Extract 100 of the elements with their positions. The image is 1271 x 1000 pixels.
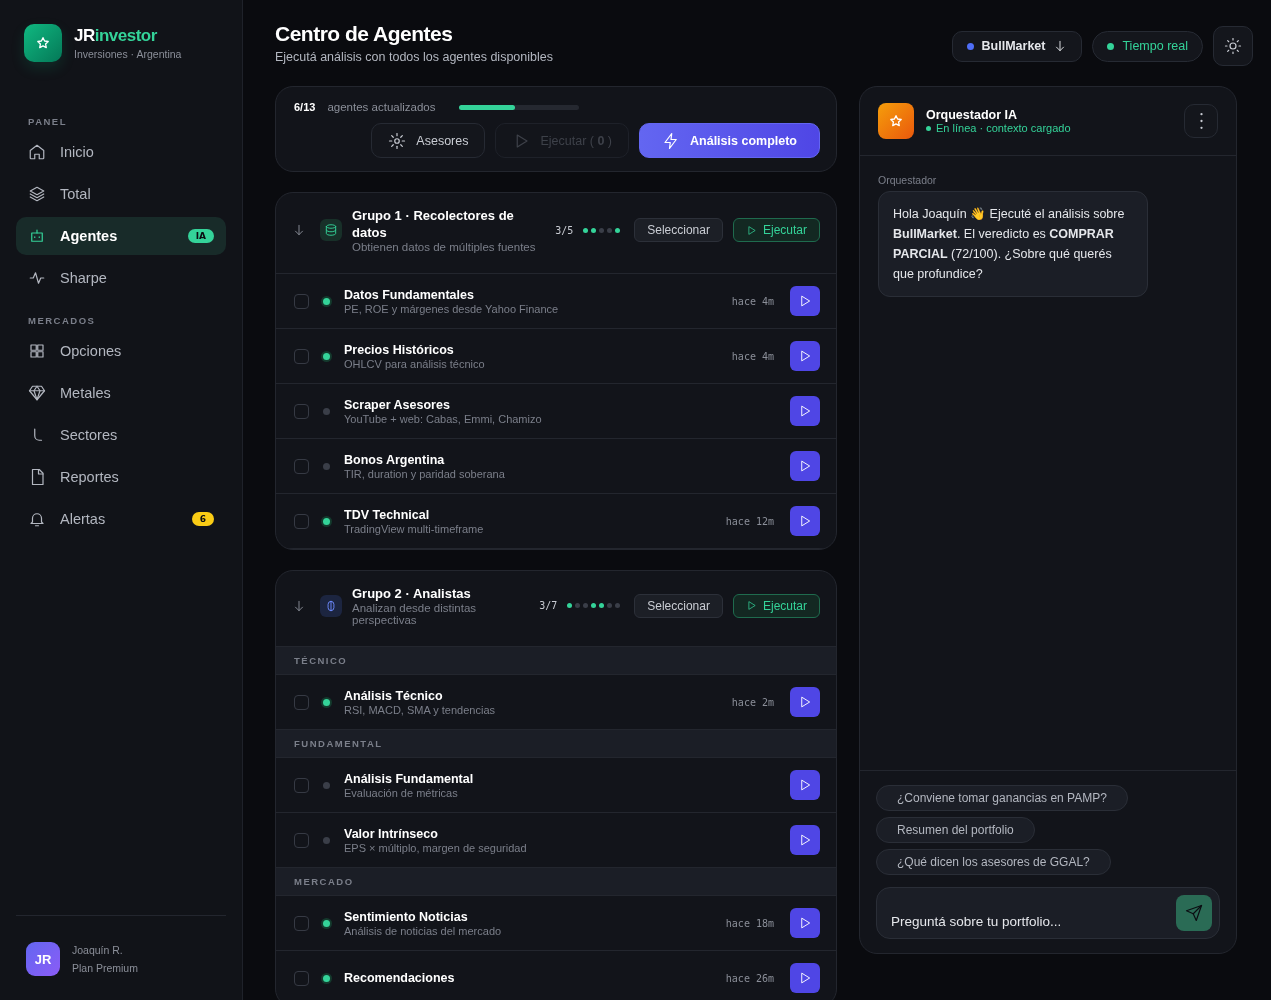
select-button[interactable]: Seleccionar bbox=[634, 218, 723, 242]
nav-item[interactable]: Sectores bbox=[16, 416, 226, 454]
grid-icon bbox=[28, 342, 46, 360]
updated-time: hace 26m bbox=[725, 972, 774, 984]
home-icon bbox=[28, 143, 46, 161]
pulse-icon bbox=[28, 269, 46, 287]
nav-item[interactable]: Total bbox=[16, 175, 226, 213]
arrow-down-icon bbox=[292, 223, 306, 237]
chat-status: En línea · contexto cargado bbox=[926, 122, 1172, 134]
action-button[interactable]: Análisis completo bbox=[639, 123, 820, 158]
star-icon bbox=[35, 35, 51, 51]
action-button[interactable]: Asesores bbox=[371, 123, 486, 158]
settings-icon bbox=[388, 131, 407, 150]
select-button[interactable]: Seleccionar bbox=[634, 593, 723, 618]
run-agent-button[interactable] bbox=[790, 341, 820, 371]
play-icon bbox=[798, 695, 812, 709]
layers-icon bbox=[28, 185, 46, 203]
play-icon bbox=[798, 916, 812, 930]
chat-title: Orquestador IA bbox=[926, 108, 1018, 122]
run-agent-button[interactable] bbox=[790, 908, 820, 938]
suggestion-chip[interactable]: Resumen del portfolio bbox=[876, 817, 1035, 843]
checkbox[interactable] bbox=[294, 348, 309, 364]
suggestion-chip[interactable]: ¿Conviene tomar ganancias en PAMP? bbox=[876, 785, 1128, 811]
agent-name: Precios Históricos bbox=[344, 342, 455, 357]
run-agent-button[interactable] bbox=[790, 687, 820, 717]
checkbox[interactable] bbox=[294, 458, 309, 474]
checkbox[interactable] bbox=[294, 293, 309, 309]
database-icon bbox=[324, 223, 338, 237]
message-sender: Orquestador bbox=[878, 174, 938, 186]
nav-item[interactable]: Opciones bbox=[16, 332, 226, 370]
agent-name: Bonos Argentina bbox=[344, 452, 446, 467]
user-avatar: JR bbox=[26, 942, 60, 976]
checkbox[interactable] bbox=[294, 970, 309, 986]
checkbox[interactable] bbox=[294, 915, 309, 931]
run-agent-button[interactable] bbox=[790, 286, 820, 316]
nav-item[interactable]: Sharpe bbox=[16, 259, 226, 297]
diamond-icon bbox=[28, 384, 46, 402]
run-group-button[interactable]: Ejecutar bbox=[732, 593, 820, 618]
brain-icon bbox=[324, 598, 338, 613]
broker-selector[interactable]: BullMarket bbox=[951, 30, 1083, 62]
star-icon bbox=[888, 113, 904, 129]
send-button[interactable] bbox=[1176, 895, 1212, 931]
updated-time: hace 12m bbox=[725, 515, 774, 527]
play-icon bbox=[798, 294, 812, 308]
theme-toggle-button[interactable] bbox=[1213, 26, 1253, 66]
updated-time: hace 2m bbox=[731, 696, 774, 708]
agent-description: TradingView multi-timeframe bbox=[344, 522, 485, 535]
status-label: Tiempo real bbox=[1122, 39, 1188, 53]
agent-description: TIR, duration y paridad soberana bbox=[344, 467, 506, 480]
nav-item[interactable]: Alertas 6 bbox=[16, 500, 226, 538]
play-icon bbox=[798, 514, 812, 528]
nav-badge: 6 bbox=[191, 512, 214, 526]
updated-time: hace 4m bbox=[731, 295, 774, 307]
run-agent-button[interactable] bbox=[790, 825, 820, 855]
agent-name: Sentimiento Noticias bbox=[344, 909, 469, 924]
run-agent-button[interactable] bbox=[790, 451, 820, 481]
agent-description: Evaluación de métricas bbox=[344, 786, 459, 799]
user-name: Joaquín R. bbox=[72, 944, 124, 956]
more-vertical-icon bbox=[1199, 113, 1203, 129]
run-group-button[interactable]: Ejecutar bbox=[732, 218, 820, 242]
nav-badge: IA bbox=[187, 229, 214, 243]
group-subtitle: Analizan desde distintas perspectivas bbox=[352, 602, 478, 626]
checkbox[interactable] bbox=[294, 832, 309, 848]
checkbox[interactable] bbox=[294, 777, 309, 793]
checkbox[interactable] bbox=[294, 694, 309, 710]
progress-label: agentes actualizados bbox=[327, 101, 436, 113]
collapse-toggle[interactable] bbox=[292, 598, 306, 613]
run-agent-button[interactable] bbox=[790, 396, 820, 426]
chat-input[interactable]: Preguntá sobre tu portfolio... bbox=[876, 887, 1220, 939]
agent-name: Recomendaciones bbox=[344, 971, 456, 985]
run-agent-button[interactable] bbox=[790, 963, 820, 993]
agent-description: OHLCV para análisis técnico bbox=[344, 357, 486, 370]
suggestion-chip[interactable]: ¿Qué dicen los asesores de GGAL? bbox=[876, 849, 1111, 875]
agent-description: RSI, MACD, SMA y tendencias bbox=[344, 703, 496, 716]
chat-message: Hola Joaquín 👋 Ejecuté el análisis sobre BullMarket. El veredicto es COMPRAR PARCIAL (72/100). ¿Sobre qué querés que profundice? bbox=[878, 191, 1148, 297]
play-icon bbox=[798, 971, 812, 985]
run-agent-button[interactable] bbox=[790, 770, 820, 800]
nav-item[interactable]: Agentes IA bbox=[16, 217, 226, 255]
agent-description: PE, ROE y márgenes desde Yahoo Finance bbox=[344, 302, 560, 315]
play-icon bbox=[798, 459, 812, 473]
lightning-icon bbox=[662, 131, 680, 150]
page-subtitle: Ejecutá análisis con todos los agentes disponibles bbox=[275, 50, 553, 64]
nav-section-label: MERCADOS bbox=[27, 315, 97, 326]
collapse-toggle[interactable] bbox=[292, 223, 306, 237]
group-title: Grupo 2 · Analistas bbox=[352, 585, 472, 602]
agent-description: YouTube + web: Cabas, Emmi, Chamizo bbox=[344, 412, 543, 425]
brand-tagline: Inversiones · Argentina bbox=[74, 48, 182, 60]
brand-name: JRinvestor bbox=[74, 26, 158, 46]
category-header: MERCADO bbox=[276, 868, 836, 896]
checkbox[interactable] bbox=[294, 513, 309, 529]
agent-name: Valor Intrínseco bbox=[344, 826, 439, 841]
nav-item[interactable]: Inicio bbox=[16, 133, 226, 171]
nav-section-label: PANEL bbox=[27, 116, 68, 127]
progress-count: 6/13 bbox=[294, 101, 316, 113]
checkbox[interactable] bbox=[294, 403, 309, 419]
nav-item[interactable]: Reportes bbox=[16, 458, 226, 496]
run-agent-button[interactable] bbox=[790, 506, 820, 536]
updated-time: hace 4m bbox=[731, 350, 774, 362]
play-icon bbox=[798, 778, 812, 792]
nav-item[interactable]: Metales bbox=[16, 374, 226, 412]
